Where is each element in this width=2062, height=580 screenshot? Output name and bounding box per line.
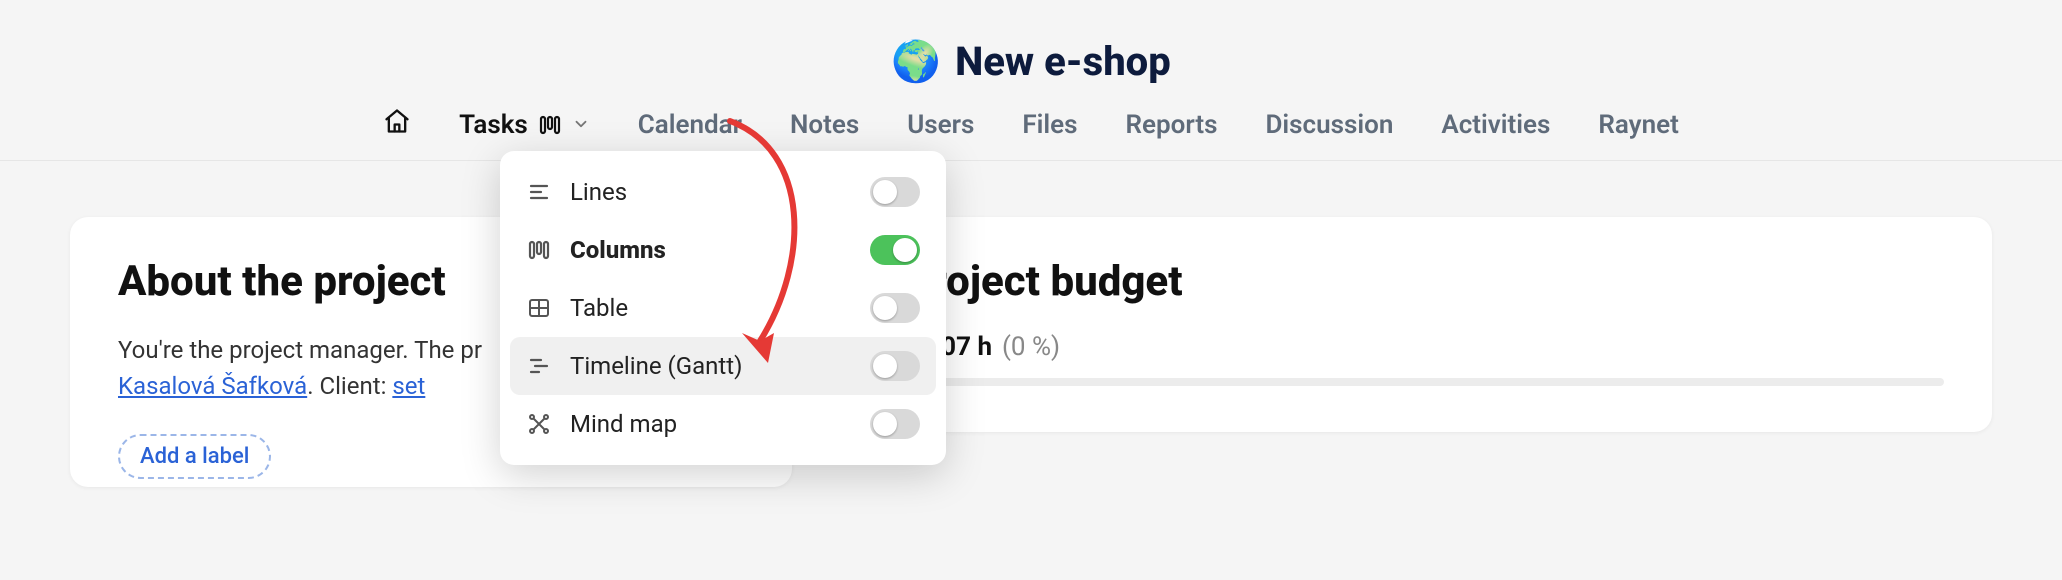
about-client-link[interactable]: set	[392, 372, 425, 400]
lines-icon	[526, 179, 552, 205]
view-option-label: Columns	[570, 236, 666, 264]
view-option-toggle[interactable]	[870, 177, 920, 207]
view-option-columns[interactable]: Columns	[510, 221, 936, 279]
about-manager-link[interactable]: Kasalová Šafková	[118, 372, 307, 400]
about-desc-prefix: You're the project manager. The pr	[118, 336, 482, 364]
globe-icon: 🌍	[891, 42, 941, 82]
project-title: 🌍 New e-shop	[891, 38, 1170, 85]
view-option-label: Mind map	[570, 410, 677, 438]
columns-icon	[526, 237, 552, 263]
view-option-table[interactable]: Table	[510, 279, 936, 337]
mind-icon	[526, 411, 552, 437]
tab-home[interactable]	[383, 107, 411, 160]
tab-files[interactable]: Files	[1022, 110, 1077, 158]
budget-card: Project budget 24:07 h (0 %)	[856, 217, 1992, 432]
view-option-mind[interactable]: Mind map	[510, 395, 936, 453]
view-option-label: Table	[570, 294, 628, 322]
view-option-toggle[interactable]	[870, 293, 920, 323]
table-icon	[526, 295, 552, 321]
header: 🌍 New e-shop Tasks Calendar Notes Users …	[0, 0, 2062, 161]
view-option-label: Lines	[570, 178, 627, 206]
tab-activities[interactable]: Activities	[1441, 110, 1550, 158]
tab-tasks-label: Tasks	[459, 110, 528, 140]
view-option-label: Timeline (Gantt)	[570, 352, 742, 380]
chevron-down-icon	[572, 110, 590, 140]
tasks-view-dropdown: Lines Columns Table Timeline (Gantt) Mind ma…	[500, 151, 946, 465]
content: Lines Columns Table Timeline (Gantt) Mind ma…	[0, 161, 2062, 543]
project-name: New e-shop	[955, 38, 1171, 85]
add-label-button[interactable]: Add a label	[118, 434, 271, 479]
budget-title: Project budget	[904, 257, 1944, 306]
view-option-toggle[interactable]	[870, 409, 920, 439]
budget-percent: (0 %)	[1002, 332, 1060, 362]
about-desc-mid: . Client:	[307, 372, 392, 400]
budget-line: 24:07 h (0 %)	[904, 332, 1944, 362]
gantt-icon	[526, 353, 552, 379]
budget-progress	[904, 378, 1944, 386]
view-option-toggle[interactable]	[870, 351, 920, 381]
tab-reports[interactable]: Reports	[1126, 110, 1218, 158]
columns-icon	[538, 113, 562, 137]
home-icon	[383, 107, 411, 135]
view-option-toggle[interactable]	[870, 235, 920, 265]
tab-raynet[interactable]: Raynet	[1598, 110, 1678, 158]
view-option-gantt[interactable]: Timeline (Gantt)	[510, 337, 936, 395]
view-option-lines[interactable]: Lines	[510, 163, 936, 221]
tab-discussion[interactable]: Discussion	[1265, 110, 1393, 158]
